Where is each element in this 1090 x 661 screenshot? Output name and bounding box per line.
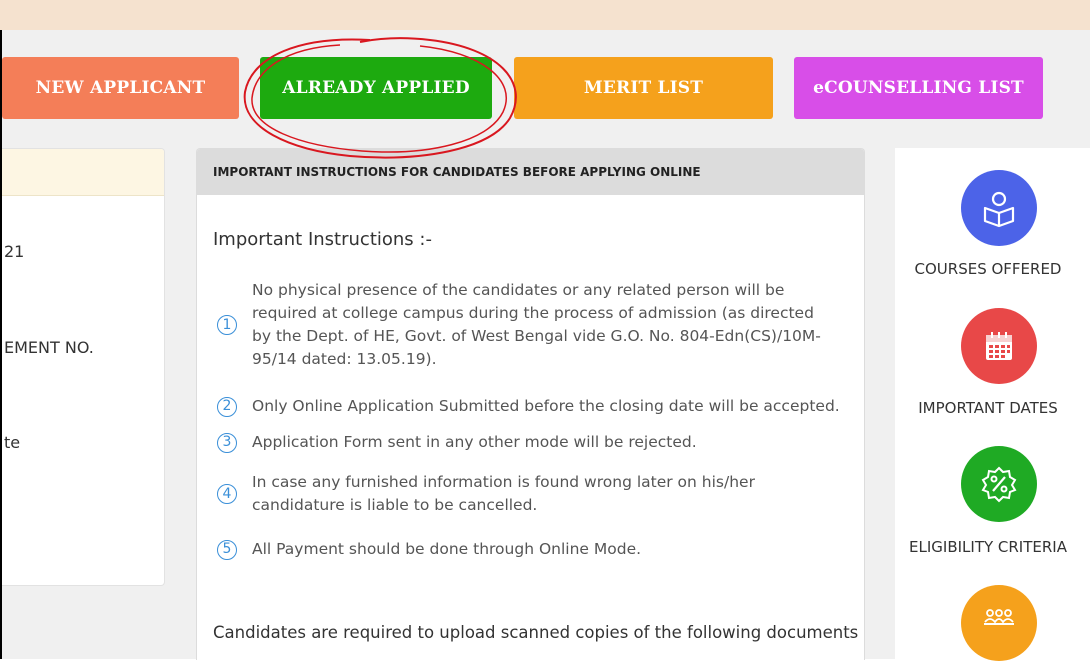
instructions-panel: IMPORTANT INSTRUCTIONS FOR CANDIDATES BE… xyxy=(196,148,865,660)
instruction-text: All Payment should be done through Onlin… xyxy=(252,540,642,558)
number-3-icon: 3 xyxy=(217,432,237,453)
instruction-item: 4 In case any furnished information is f… xyxy=(217,471,777,517)
instruction-item: 1 No physical presence of the candidates… xyxy=(217,279,837,371)
top-bar xyxy=(0,0,1090,30)
number-2-icon: 2 xyxy=(217,396,237,417)
eligibility-criteria-label: ELIGIBILITY CRITERIA xyxy=(909,538,1067,556)
merit-list-button[interactable]: MERIT LIST xyxy=(514,57,773,119)
instructions-title: IMPORTANT INSTRUCTIONS FOR CANDIDATES BE… xyxy=(213,165,701,179)
documents-note: Candidates are required to upload scanne… xyxy=(213,623,859,642)
instruction-text: Only Online Application Submitted before… xyxy=(252,397,840,415)
left-card-line-2: EMENT NO. xyxy=(4,338,94,357)
instruction-text: In case any furnished information is fou… xyxy=(252,473,755,514)
instructions-intro: Important Instructions :- xyxy=(213,229,432,250)
left-info-card: 21 EMENT NO. te xyxy=(2,148,165,586)
left-card-header xyxy=(2,149,164,196)
instruction-item: 3 Application Form sent in any other mod… xyxy=(217,431,837,454)
number-5-icon: 5 xyxy=(217,539,237,560)
left-card-line-3: te xyxy=(4,433,21,452)
instruction-item: 5 All Payment should be done through Onl… xyxy=(217,538,837,561)
group-icon xyxy=(961,585,1037,661)
important-dates-label: IMPORTANT DATES xyxy=(918,399,1058,417)
number-1-icon: 1 xyxy=(217,315,237,335)
courses-offered-label: COURSES OFFERED xyxy=(914,260,1062,278)
number-4-icon: 4 xyxy=(217,484,237,504)
left-card-line-1: 21 xyxy=(4,242,25,261)
instruction-item: 2 Only Online Application Submitted befo… xyxy=(217,395,857,418)
already-applied-button[interactable]: ALREADY APPLIED xyxy=(260,57,492,119)
ecounselling-list-button[interactable]: eCOUNSELLING LIST xyxy=(794,57,1043,119)
instructions-header: IMPORTANT INSTRUCTIONS FOR CANDIDATES BE… xyxy=(197,149,864,195)
instruction-text: No physical presence of the candidates o… xyxy=(252,281,821,368)
reading-person-icon xyxy=(961,170,1037,246)
new-applicant-button[interactable]: NEW APPLICANT xyxy=(2,57,239,119)
calendar-icon xyxy=(961,308,1037,384)
instruction-text: Application Form sent in any other mode … xyxy=(252,433,697,451)
percent-badge-icon xyxy=(961,446,1037,522)
quick-links-panel: COURSES OFFERED IMPORTANT DATES ELIGIBIL… xyxy=(895,148,1090,661)
